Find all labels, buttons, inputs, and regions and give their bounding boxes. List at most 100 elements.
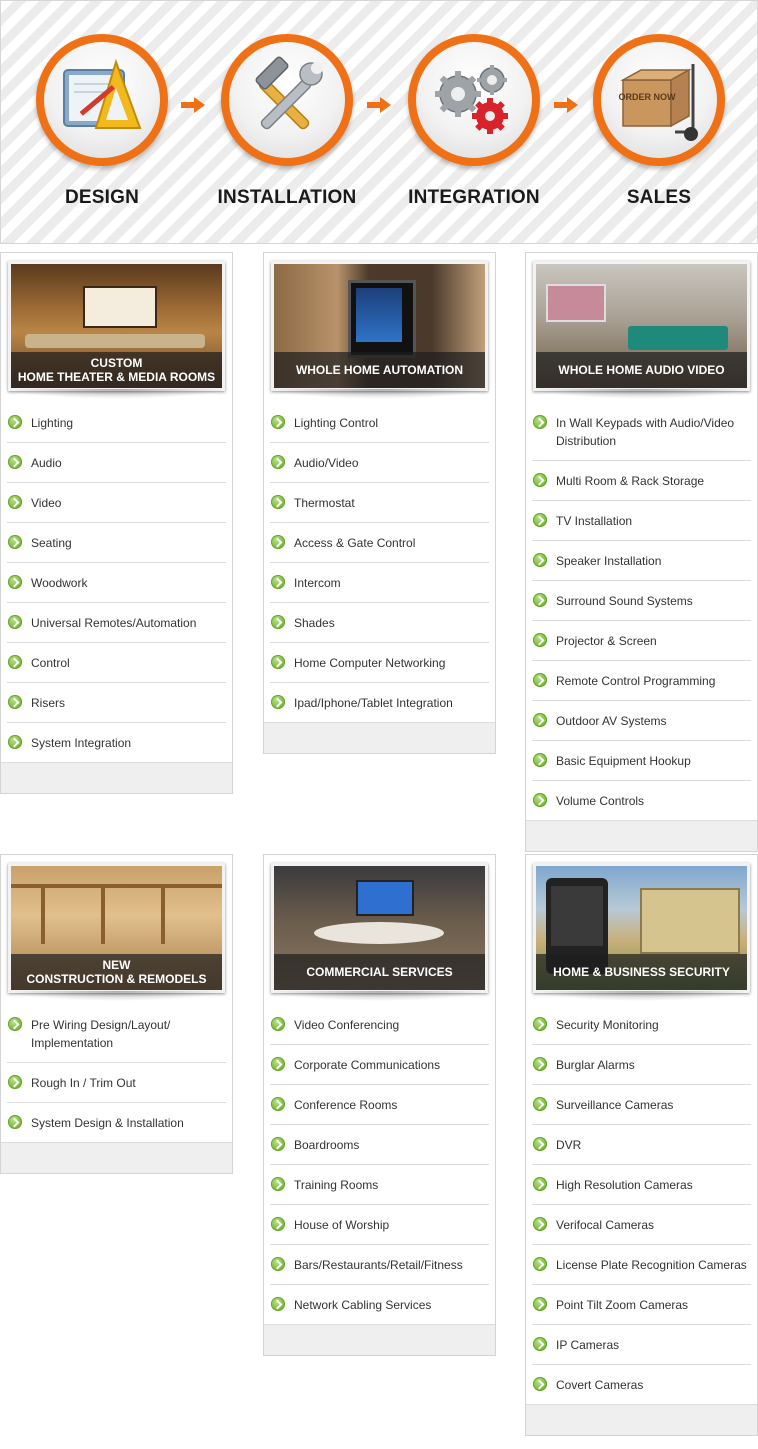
service-item-label: Universal Remotes/Automation [31, 616, 197, 630]
service-item[interactable]: Corporate Communications [270, 1045, 489, 1085]
service-item-label: Multi Room & Rack Storage [556, 474, 705, 488]
card-home-theater: CUSTOM HOME THEATER & MEDIA ROOMS Lightin… [0, 252, 233, 794]
service-item[interactable]: Conference Rooms [270, 1085, 489, 1125]
service-item[interactable]: Security Monitoring [532, 1005, 751, 1045]
process-banner: DESIGN INSTALLATION INTEGRATION ORDER NO… [0, 0, 758, 244]
service-list: Lighting Audio Video Seating Woodwork Univers… [1, 403, 232, 762]
service-item[interactable]: Universal Remotes/Automation [7, 603, 226, 643]
service-item[interactable]: Basic Equipment Hookup [532, 741, 751, 781]
service-item[interactable]: Intercom [270, 563, 489, 603]
service-item-label: Remote Control Programming [556, 674, 716, 688]
service-item[interactable]: DVR [532, 1125, 751, 1165]
service-item[interactable]: Covert Cameras [532, 1365, 751, 1404]
service-item-label: Lighting [31, 416, 74, 430]
service-item[interactable]: Seating [7, 523, 226, 563]
card-whole-home-automation: WHOLE HOME AUTOMATION Lighting Control Au… [263, 252, 496, 754]
card-commercial-services: COMMERCIAL SERVICES Video Conferencing Co… [263, 854, 496, 1356]
card-caption: CUSTOM HOME THEATER & MEDIA ROOMS [11, 352, 222, 388]
card-footer [1, 762, 232, 793]
service-item-label: Risers [31, 696, 66, 710]
service-item[interactable]: Burglar Alarms [532, 1045, 751, 1085]
arrow-bullet-icon [533, 673, 547, 687]
service-item[interactable]: Lighting [7, 403, 226, 443]
service-item[interactable]: Video Conferencing [270, 1005, 489, 1045]
service-item[interactable]: System Design & Installation [7, 1103, 226, 1142]
service-item[interactable]: Bars/Restaurants/Retail/Fitness [270, 1245, 489, 1285]
service-item[interactable]: Training Rooms [270, 1165, 489, 1205]
photo-audio-video[interactable]: WHOLE HOME AUDIO VIDEO [533, 261, 750, 391]
service-item[interactable]: Risers [7, 683, 226, 723]
service-item[interactable]: Pre Wiring Design/Layout/ Implementation [7, 1005, 226, 1063]
service-item-label: High Resolution Cameras [556, 1178, 693, 1192]
arrow-bullet-icon [271, 495, 285, 509]
box-text: ORDER NOW [619, 92, 677, 102]
step-sales[interactable]: ORDER NOW SALES [589, 34, 729, 209]
service-item[interactable]: Control [7, 643, 226, 683]
arrow-bullet-icon [533, 473, 547, 487]
service-item[interactable]: Woodwork [7, 563, 226, 603]
service-item-label: TV Installation [556, 514, 633, 528]
service-item[interactable]: High Resolution Cameras [532, 1165, 751, 1205]
service-item[interactable]: License Plate Recognition Cameras [532, 1245, 751, 1285]
service-item[interactable]: System Integration [7, 723, 226, 762]
service-item[interactable]: Speaker Installation [532, 541, 751, 581]
service-item[interactable]: Shades [270, 603, 489, 643]
service-item-label: Surround Sound Systems [556, 594, 693, 608]
card-caption: HOME & BUSINESS SECURITY [536, 954, 747, 990]
service-item-label: House of Worship [294, 1218, 390, 1232]
photo-home-automation[interactable]: WHOLE HOME AUTOMATION [271, 261, 488, 391]
service-item[interactable]: Home Computer Networking [270, 643, 489, 683]
service-item-label: Surveillance Cameras [556, 1098, 674, 1112]
step-integration[interactable]: INTEGRATION [404, 34, 544, 209]
photo-security[interactable]: HOME & BUSINESS SECURITY [533, 863, 750, 993]
service-item[interactable]: IP Cameras [532, 1325, 751, 1365]
service-item[interactable]: Remote Control Programming [532, 661, 751, 701]
photo-commercial[interactable]: COMMERCIAL SERVICES [271, 863, 488, 993]
photo-construction[interactable]: NEW CONSTRUCTION & REMODELS [8, 863, 225, 993]
service-item-label: Thermostat [294, 496, 355, 510]
service-item[interactable]: Boardrooms [270, 1125, 489, 1165]
service-item-label: Boardrooms [294, 1138, 360, 1152]
arrow-bullet-icon [271, 695, 285, 709]
service-item-label: Network Cabling Services [294, 1298, 432, 1312]
arrow-bullet-icon [271, 1097, 285, 1111]
service-item[interactable]: Outdoor AV Systems [532, 701, 751, 741]
service-item-label: Control [31, 656, 70, 670]
service-item[interactable]: Lighting Control [270, 403, 489, 443]
service-item[interactable]: Audio/Video [270, 443, 489, 483]
step-installation[interactable]: INSTALLATION [217, 34, 357, 209]
service-item[interactable]: Video [7, 483, 226, 523]
service-item-label: Covert Cameras [556, 1378, 644, 1392]
photo-home-theater[interactable]: CUSTOM HOME THEATER & MEDIA ROOMS [8, 261, 225, 391]
arrow-bullet-icon [271, 1297, 285, 1311]
service-item-label: Audio [31, 456, 62, 470]
service-item[interactable]: TV Installation [532, 501, 751, 541]
step-label: DESIGN [64, 187, 140, 208]
service-item[interactable]: Volume Controls [532, 781, 751, 820]
arrow-bullet-icon [271, 1057, 285, 1071]
service-item[interactable]: Projector & Screen [532, 621, 751, 661]
service-item[interactable]: Surveillance Cameras [532, 1085, 751, 1125]
service-item-label: Video Conferencing [294, 1018, 400, 1032]
service-item[interactable]: Access & Gate Control [270, 523, 489, 563]
service-item[interactable]: In Wall Keypads with Audio/Video Distrib… [532, 403, 751, 461]
arrow-bullet-icon [271, 1177, 285, 1191]
step-design[interactable]: DESIGN [32, 34, 172, 209]
hammer-wrench-icon [255, 56, 323, 130]
service-item[interactable]: Surround Sound Systems [532, 581, 751, 621]
service-item[interactable]: Verifocal Cameras [532, 1205, 751, 1245]
service-item[interactable]: Audio [7, 443, 226, 483]
service-item-label: Volume Controls [556, 794, 645, 808]
card-new-construction: NEW CONSTRUCTION & REMODELS Pre Wiring De… [0, 854, 233, 1174]
arrow-bullet-icon [533, 593, 547, 607]
card-footer [526, 820, 757, 851]
service-item[interactable]: Multi Room & Rack Storage [532, 461, 751, 501]
service-item[interactable]: Rough In / Trim Out [7, 1063, 226, 1103]
service-item[interactable]: Network Cabling Services [270, 1285, 489, 1324]
service-item[interactable]: House of Worship [270, 1205, 489, 1245]
service-item[interactable]: Point Tilt Zoom Cameras [532, 1285, 751, 1325]
service-item-label: Intercom [294, 576, 341, 590]
service-item[interactable]: Ipad/Iphone/Tablet Integration [270, 683, 489, 722]
service-item[interactable]: Thermostat [270, 483, 489, 523]
card-footer [1, 1142, 232, 1173]
